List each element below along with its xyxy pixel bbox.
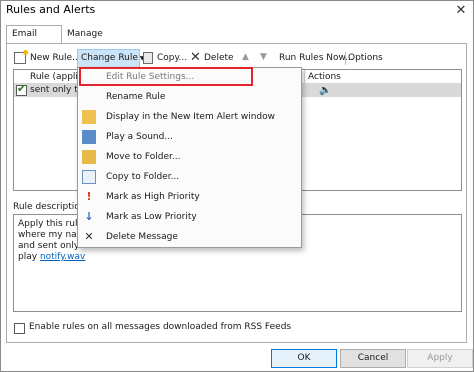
copy-folder-icon xyxy=(82,170,96,184)
rss-rules-checkbox[interactable] xyxy=(14,323,25,334)
delete-x-icon: ✕ xyxy=(84,230,94,243)
change-rule-text: Change Rule xyxy=(81,53,138,63)
menu-item-play-sound[interactable]: Play a Sound... xyxy=(78,127,301,147)
copy-icon[interactable] xyxy=(143,52,153,64)
new-rule-button[interactable]: New Rule... xyxy=(30,51,81,66)
column-divider[interactable] xyxy=(304,70,305,84)
menu-item-label: Mark as High Priority xyxy=(106,192,200,202)
description-line: play notify.wav xyxy=(18,252,85,263)
menu-item-rename-rule[interactable]: Rename Rule xyxy=(78,87,301,107)
move-up-icon[interactable]: ▲ xyxy=(242,52,249,62)
close-icon[interactable]: ✕ xyxy=(450,1,472,21)
tab-manage-alerts[interactable]: Manage Alerts xyxy=(62,26,134,56)
copy-button[interactable]: Copy... xyxy=(157,51,187,66)
menu-item-high-priority[interactable]: ! Mark as High Priority xyxy=(78,187,301,207)
speaker-icon: 🔈 xyxy=(319,85,332,96)
menu-item-label: Rename Rule xyxy=(106,92,166,102)
tab-email-rules[interactable]: Email Rules xyxy=(6,25,62,56)
low-priority-icon: ↓ xyxy=(84,210,94,223)
sound-icon xyxy=(82,130,96,144)
menu-item-label: Copy to Folder... xyxy=(106,172,180,182)
description-play-text: play xyxy=(18,252,38,262)
menu-item-label: Delete Message xyxy=(106,232,178,242)
menu-item-label: Move to Folder... xyxy=(106,152,181,162)
toolbar-separator xyxy=(345,52,346,65)
options-button[interactable]: Options xyxy=(348,51,383,66)
run-rules-button[interactable]: Run Rules Now... xyxy=(279,51,354,66)
checkmark-icon: ✔ xyxy=(17,82,27,95)
menu-item-label: Play a Sound... xyxy=(106,132,173,142)
new-rule-icon[interactable] xyxy=(14,50,28,64)
menu-item-delete-message[interactable]: ✕ Delete Message xyxy=(78,227,301,247)
menu-item-move-to-folder[interactable]: Move to Folder... xyxy=(78,147,301,167)
folder-icon xyxy=(82,150,96,164)
menu-item-label: Mark as Low Priority xyxy=(106,212,197,222)
sound-file-link[interactable]: notify.wav xyxy=(40,252,85,262)
high-priority-icon: ! xyxy=(86,190,92,203)
cancel-button[interactable]: Cancel xyxy=(340,349,406,368)
rule-description-label: Rule description xyxy=(13,202,86,212)
change-rule-label[interactable]: Change Rule ▼ xyxy=(81,51,144,66)
rss-rules-label[interactable]: Enable rules on all messages downloaded … xyxy=(29,322,291,332)
column-header-rule[interactable]: Rule (applie xyxy=(30,70,83,84)
ok-button[interactable]: OK xyxy=(271,349,337,368)
delete-icon[interactable]: ✕ xyxy=(190,50,201,65)
menu-item-copy-to-folder[interactable]: Copy to Folder... xyxy=(78,167,301,187)
move-down-icon[interactable]: ▼ xyxy=(260,52,267,62)
menu-item-low-priority[interactable]: ↓ Mark as Low Priority xyxy=(78,207,301,227)
menu-item-display-alert[interactable]: Display in the New Item Alert window xyxy=(78,107,301,127)
delete-button[interactable]: Delete xyxy=(204,51,234,66)
alert-window-icon xyxy=(82,110,96,124)
apply-button[interactable]: Apply xyxy=(407,349,473,368)
highlight-box xyxy=(79,67,253,86)
window-title: Rules and Alerts xyxy=(6,3,96,16)
column-header-actions[interactable]: Actions xyxy=(308,70,341,84)
menu-item-label: Display in the New Item Alert window xyxy=(106,112,276,122)
rule-name[interactable]: sent only to xyxy=(30,84,83,97)
